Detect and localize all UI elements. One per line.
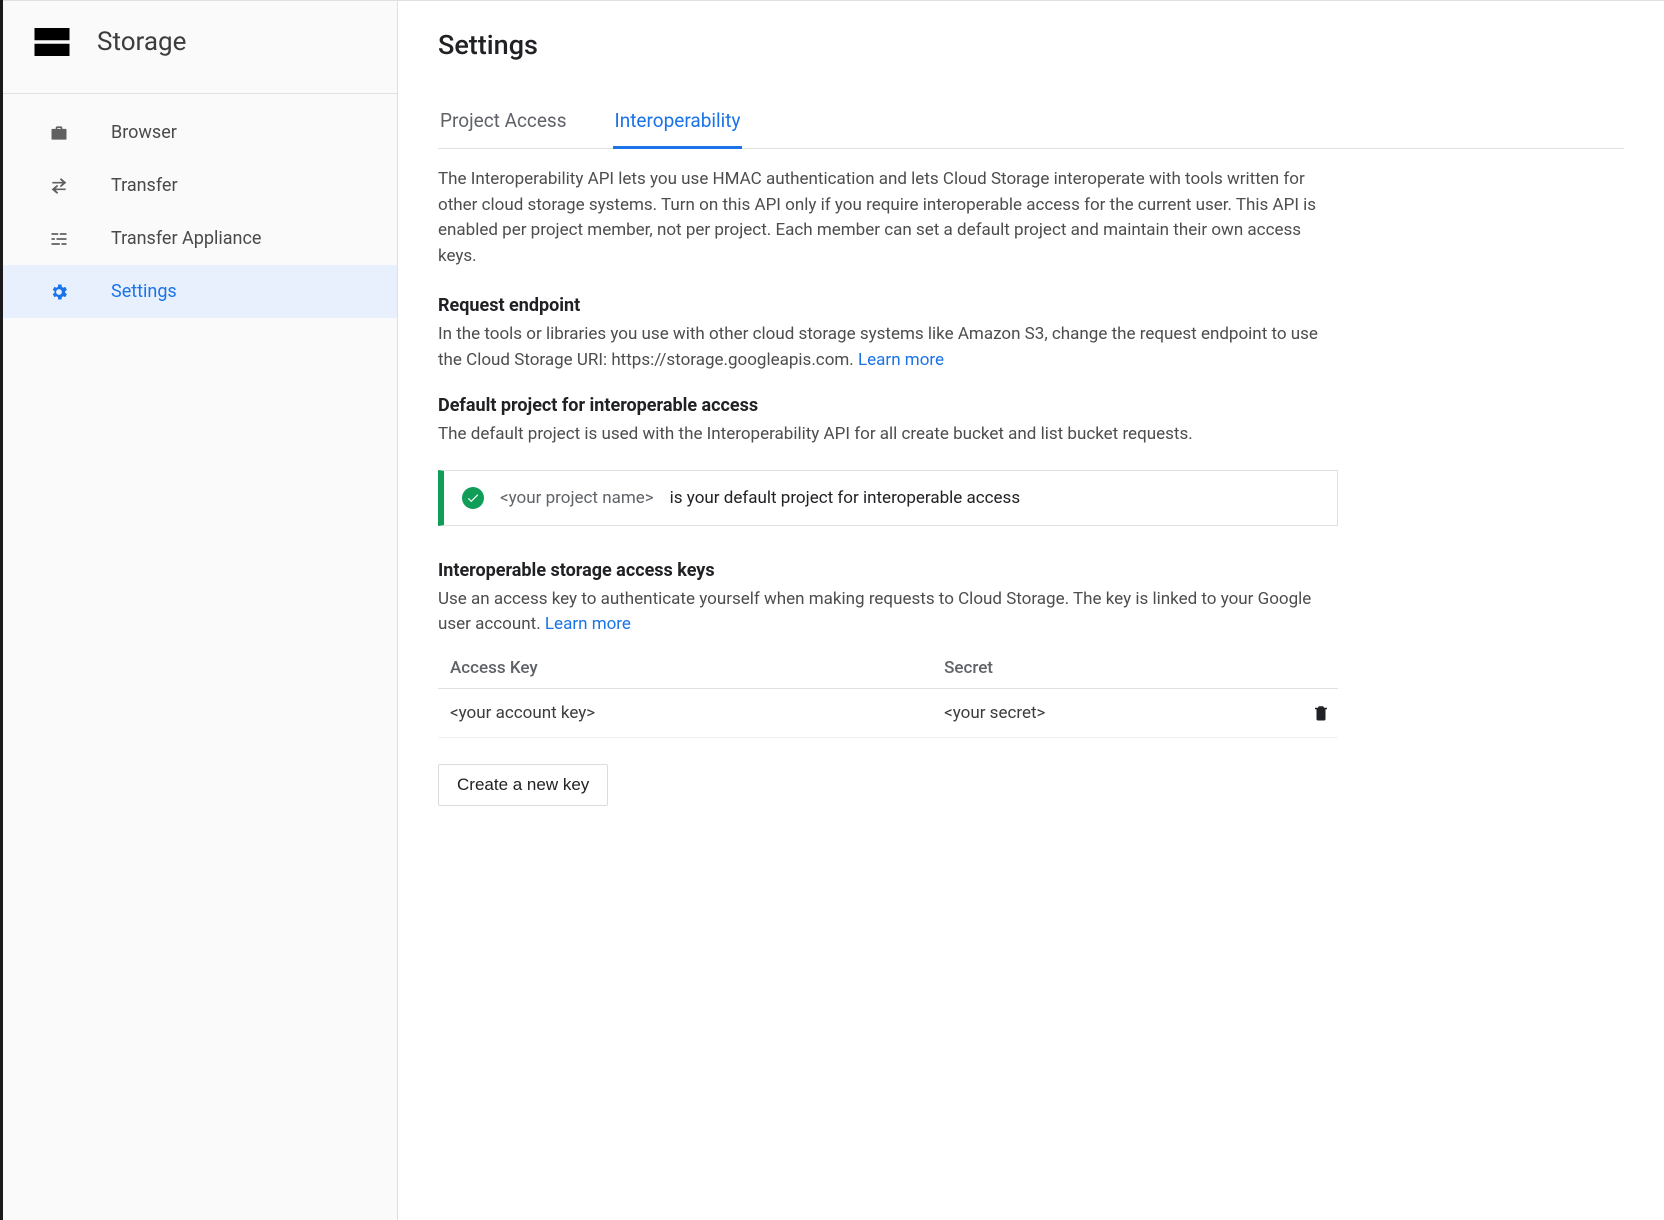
learn-more-link[interactable]: Learn more <box>858 350 944 370</box>
request-endpoint-heading: Request endpoint <box>438 295 1338 316</box>
sidebar-item-label: Settings <box>111 281 177 302</box>
request-endpoint-text: In the tools or libraries you use with o… <box>438 322 1338 373</box>
default-project-callout: <your project name> is your default proj… <box>438 470 1338 526</box>
col-access-key: Access Key <box>438 648 936 689</box>
default-project-heading: Default project for interoperable access <box>438 395 1338 416</box>
content: The Interoperability API lets you use HM… <box>438 167 1338 806</box>
gear-icon <box>47 282 71 302</box>
sidebar-header: Storage <box>3 1 397 94</box>
create-key-button[interactable]: Create a new key <box>438 764 608 806</box>
keys-heading: Interoperable storage access keys <box>438 560 1338 581</box>
table-row: <your account key> <your secret> <box>438 688 1338 737</box>
sidebar-item-label: Transfer <box>111 175 178 196</box>
default-project-text: The default project is used with the Int… <box>438 422 1338 448</box>
sidebar-item-browser[interactable]: Browser <box>3 106 397 159</box>
delete-key-button[interactable] <box>1298 703 1330 723</box>
tabs: Project Access Interoperability <box>438 109 1624 149</box>
trash-icon <box>1312 703 1330 723</box>
storage-icon <box>31 21 73 63</box>
sidebar-item-settings[interactable]: Settings <box>3 265 397 318</box>
sidebar-item-label: Transfer Appliance <box>111 228 261 249</box>
sidebar-item-transfer[interactable]: Transfer <box>3 159 397 212</box>
sidebar-menu: Browser Transfer Transfer Appliance Sett… <box>3 94 397 318</box>
tab-project-access[interactable]: Project Access <box>438 109 569 149</box>
sidebar: Storage Browser Transfer Transfer Applia… <box>3 0 398 1220</box>
keys-learn-more-link[interactable]: Learn more <box>545 614 631 634</box>
page-title: Settings <box>438 29 1624 61</box>
transfer-icon <box>47 176 71 196</box>
callout-message: is your default project for interoperabl… <box>670 488 1020 508</box>
appliance-icon <box>47 229 71 249</box>
keys-text: Use an access key to authenticate yourse… <box>438 587 1338 638</box>
sidebar-item-label: Browser <box>111 122 177 143</box>
briefcase-icon <box>47 123 71 143</box>
intro-text: The Interoperability API lets you use HM… <box>438 167 1338 269</box>
sidebar-title: Storage <box>97 27 186 57</box>
cell-secret: <your secret> <box>936 688 1290 737</box>
cell-access-key: <your account key> <box>438 688 936 737</box>
access-keys-table: Access Key Secret <your account key> <yo… <box>438 648 1338 738</box>
callout-project-name: <your project name> <box>500 488 654 508</box>
tab-interoperability[interactable]: Interoperability <box>613 109 743 149</box>
check-circle-icon <box>462 487 484 509</box>
col-actions <box>1290 648 1338 689</box>
col-secret: Secret <box>936 648 1290 689</box>
sidebar-item-transfer-appliance[interactable]: Transfer Appliance <box>3 212 397 265</box>
main-panel: Settings Project Access Interoperability… <box>398 0 1664 1220</box>
